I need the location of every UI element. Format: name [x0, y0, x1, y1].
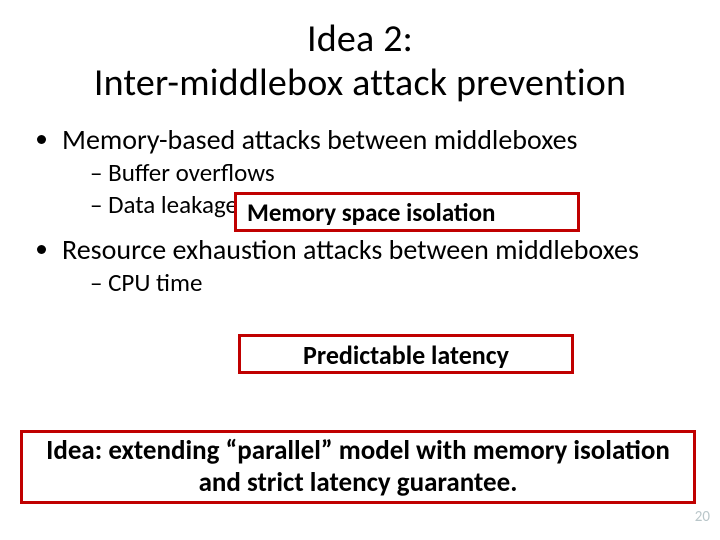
title-line-1: Idea 2:	[307, 16, 413, 62]
bullet-2: Resource exhaustion attacks between midd…	[62, 233, 686, 298]
callout-memory-text: Memory space isolation	[247, 197, 495, 228]
bullet-2-text: Resource exhaustion attacks between midd…	[62, 232, 639, 267]
bullet-1-text: Memory-based attacks between middleboxes	[62, 122, 577, 157]
bullet-1-sub-1: – Buffer overflows	[90, 158, 686, 188]
slide: Idea 2: Inter-middlebox attack preventio…	[0, 0, 720, 540]
title-line-2: Inter-middlebox attack prevention	[94, 60, 626, 106]
callout-predictable-latency: Predictable latency	[238, 334, 574, 374]
bullet-2-sub-1: – CPU time	[90, 268, 686, 298]
callout-memory-isolation: Memory space isolation	[234, 192, 580, 232]
callout-latency-text: Predictable latency	[303, 339, 509, 371]
idea-box: Idea: extending “parallel” model with me…	[20, 430, 696, 504]
bullet-2-sublist: – CPU time	[90, 268, 686, 298]
page-number: 20	[695, 508, 710, 526]
idea-text: Idea: extending “parallel” model with me…	[46, 434, 670, 499]
slide-title: Idea 2: Inter-middlebox attack preventio…	[34, 18, 686, 105]
